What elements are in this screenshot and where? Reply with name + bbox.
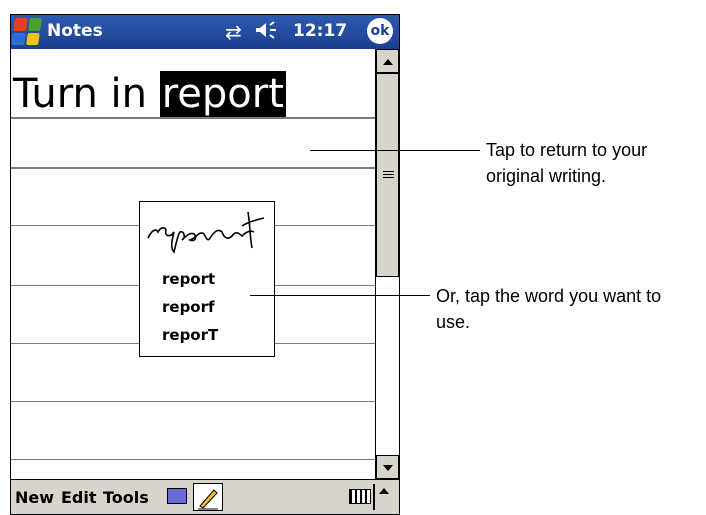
- typed-prefix: Turn in: [13, 71, 160, 117]
- connectivity-icon[interactable]: ⇄: [225, 20, 242, 44]
- ruled-line: [11, 167, 375, 169]
- ruled-line: [11, 401, 375, 402]
- pocket-pc-screen: Notes ⇄ 12:17 ok Turn in report report r…: [10, 14, 400, 515]
- alternate-word-3[interactable]: reporT: [162, 326, 218, 344]
- speaker-icon[interactable]: [255, 20, 283, 45]
- ruled-line: [11, 459, 375, 460]
- input-panel-arrow-icon[interactable]: [379, 488, 389, 494]
- pen-icon[interactable]: [193, 483, 223, 511]
- correction-popup: report reporf reporT: [139, 201, 275, 357]
- ruled-line: [11, 117, 375, 119]
- callout-original-writing: Tap to return to your original writing.: [486, 140, 648, 186]
- alternate-word-2[interactable]: reporf: [162, 298, 215, 316]
- callout-line-alternates: [250, 295, 430, 296]
- vertical-scrollbar[interactable]: [375, 49, 399, 479]
- app-title: Notes: [47, 21, 103, 41]
- menu-new[interactable]: New: [15, 488, 54, 507]
- divider: [373, 484, 375, 510]
- ok-button[interactable]: ok: [367, 18, 393, 44]
- typed-text: Turn in report: [13, 71, 286, 117]
- callout-alternate-words: Or, tap the word you want to use.: [436, 286, 662, 332]
- scroll-up-arrow[interactable]: [376, 49, 399, 73]
- recording-icon[interactable]: [167, 488, 187, 504]
- note-writing-area[interactable]: Turn in report report reporf reporT: [11, 49, 375, 479]
- windows-start-flag-icon[interactable]: [11, 18, 42, 45]
- menu-tools[interactable]: Tools: [103, 488, 149, 507]
- original-handwriting-ink[interactable]: [144, 208, 268, 260]
- menu-bar: New Edit Tools: [11, 479, 399, 514]
- scroll-down-arrow[interactable]: [376, 455, 399, 479]
- title-bar: Notes ⇄ 12:17 ok: [11, 15, 399, 49]
- keyboard-icon[interactable]: [349, 489, 371, 504]
- alternate-word-1[interactable]: report: [162, 270, 215, 288]
- scroll-track[interactable]: [376, 73, 399, 455]
- clock[interactable]: 12:17: [293, 21, 347, 41]
- menu-edit[interactable]: Edit: [61, 488, 97, 507]
- scroll-thumb[interactable]: [376, 73, 399, 277]
- grip-icon: [383, 171, 394, 178]
- callout-line-original: [310, 150, 480, 151]
- selected-word[interactable]: report: [159, 71, 286, 117]
